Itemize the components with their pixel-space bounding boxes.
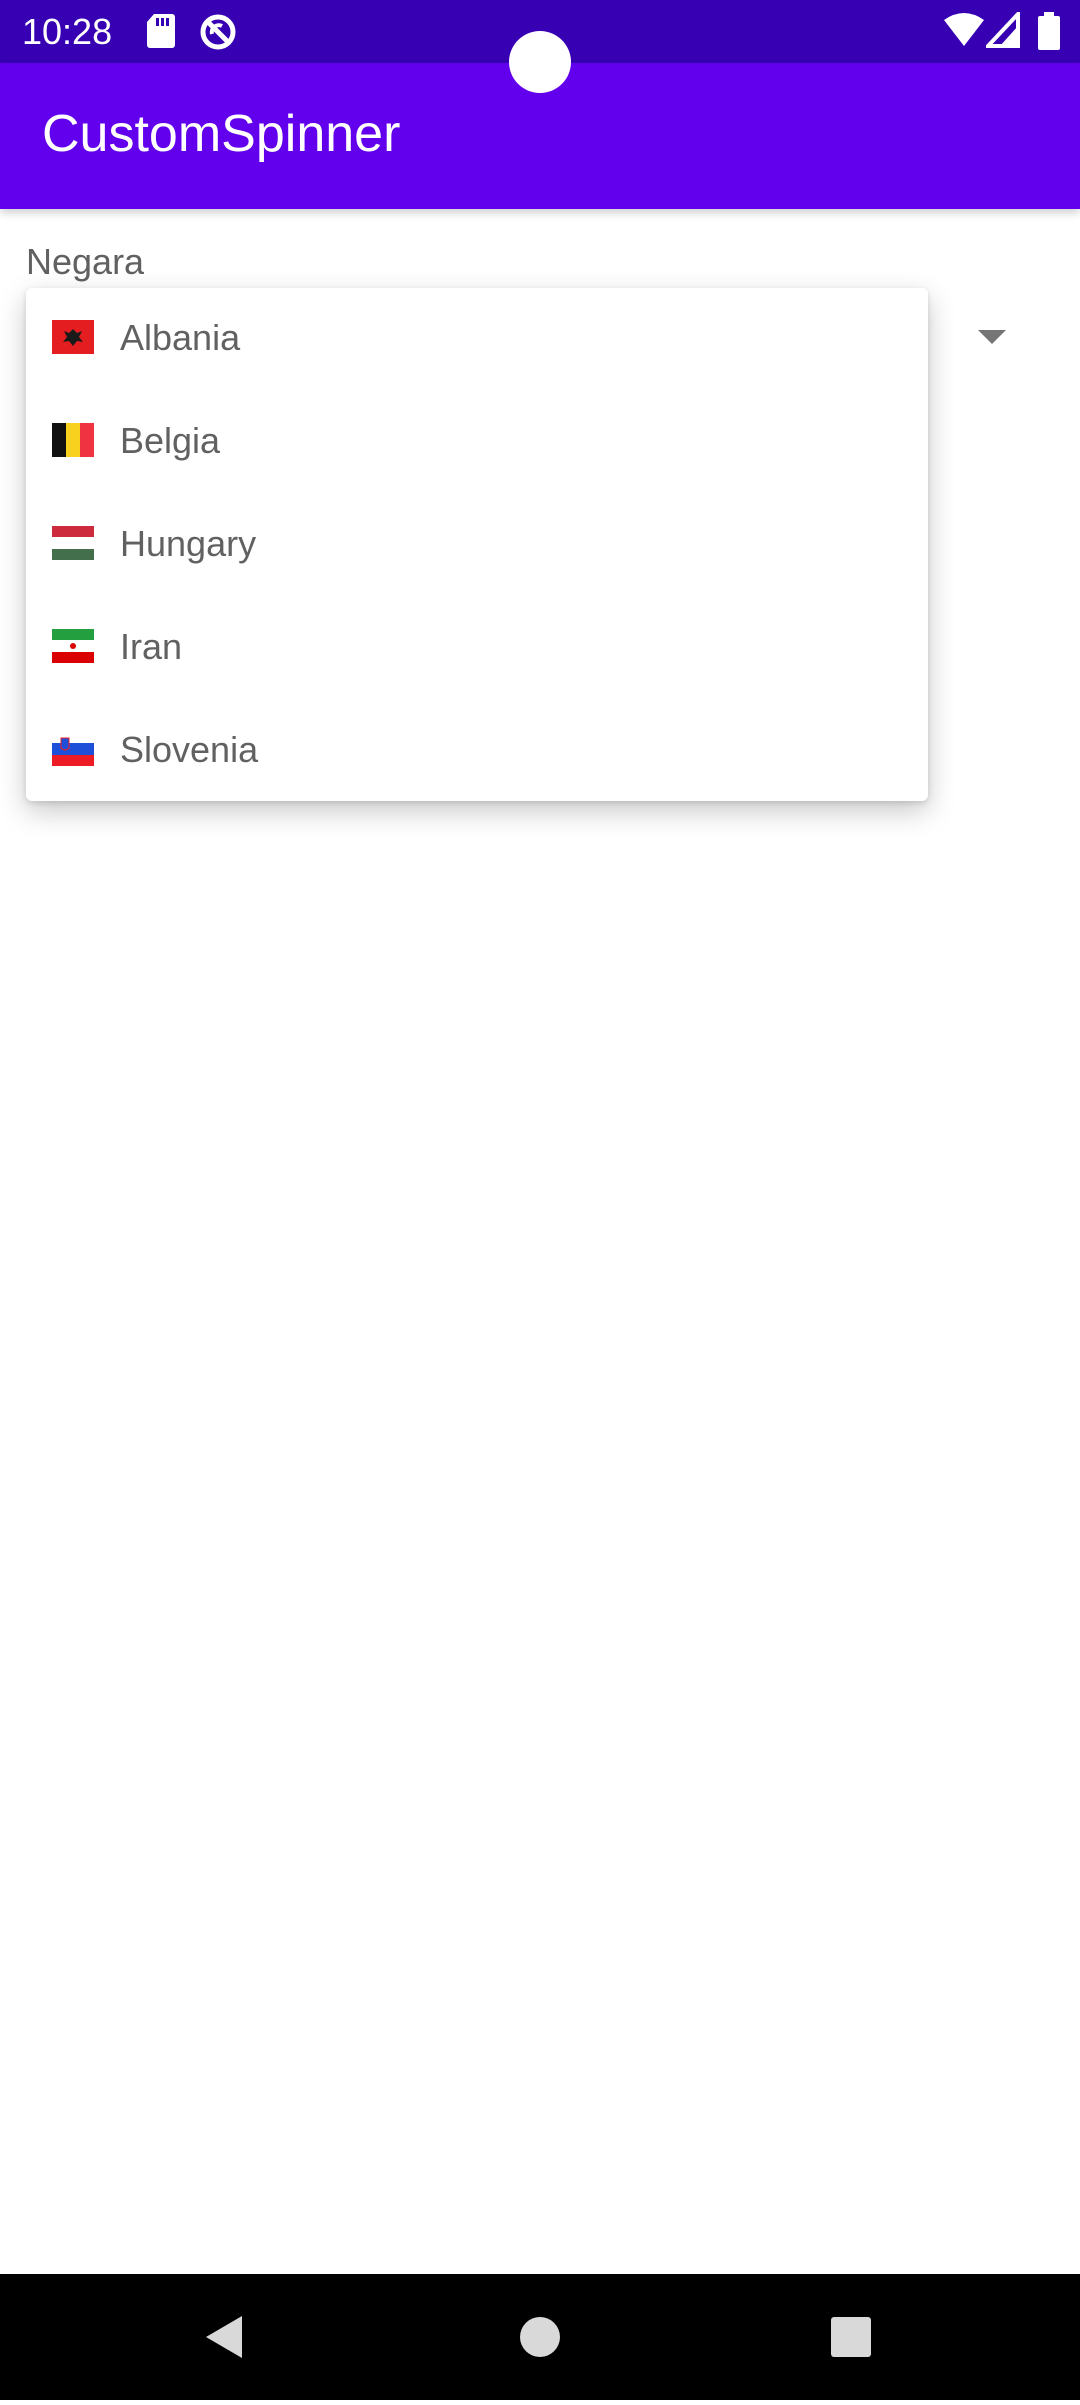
app-title: CustomSpinner [42, 105, 401, 163]
back-icon[interactable] [196, 2274, 256, 2400]
dropdown-item-slovenia[interactable]: Slovenia [26, 700, 928, 803]
navigation-bar [0, 2274, 1080, 2400]
dropdown-item-label: Slovenia [120, 729, 259, 770]
belgium-flag-icon [52, 423, 94, 457]
iran-flag-icon [52, 629, 94, 663]
dropdown-item-label: Iran [120, 626, 183, 667]
camera-cutout [509, 31, 571, 93]
albania-flag-icon [52, 320, 94, 354]
home-icon[interactable] [516, 2274, 564, 2400]
dropdown-item-albania[interactable]: Albania [26, 288, 928, 391]
dropdown-item-label: Belgia [120, 420, 221, 461]
hungary-flag-icon [52, 526, 94, 560]
dropdown-arrow-icon[interactable] [978, 330, 1006, 344]
dropdown-item-label: Albania [120, 317, 241, 358]
slovenia-flag-icon [52, 732, 94, 766]
recents-icon[interactable] [830, 2274, 872, 2400]
no-sync-icon [198, 12, 238, 52]
country-dropdown-list: Albania Belgia Hungary Iran Slovenia [26, 288, 928, 801]
battery-icon [1038, 12, 1060, 52]
dropdown-item-hungary[interactable]: Hungary [26, 494, 928, 597]
dropdown-item-belgium[interactable]: Belgia [26, 391, 928, 494]
country-label: Negara [26, 241, 145, 282]
dropdown-item-iran[interactable]: Iran [26, 597, 928, 700]
status-time: 10:28 [22, 11, 113, 52]
cellular-icon [983, 8, 1020, 52]
wifi-icon [944, 12, 984, 52]
dropdown-item-label: Hungary [120, 523, 257, 564]
sd-card-icon [146, 12, 176, 52]
